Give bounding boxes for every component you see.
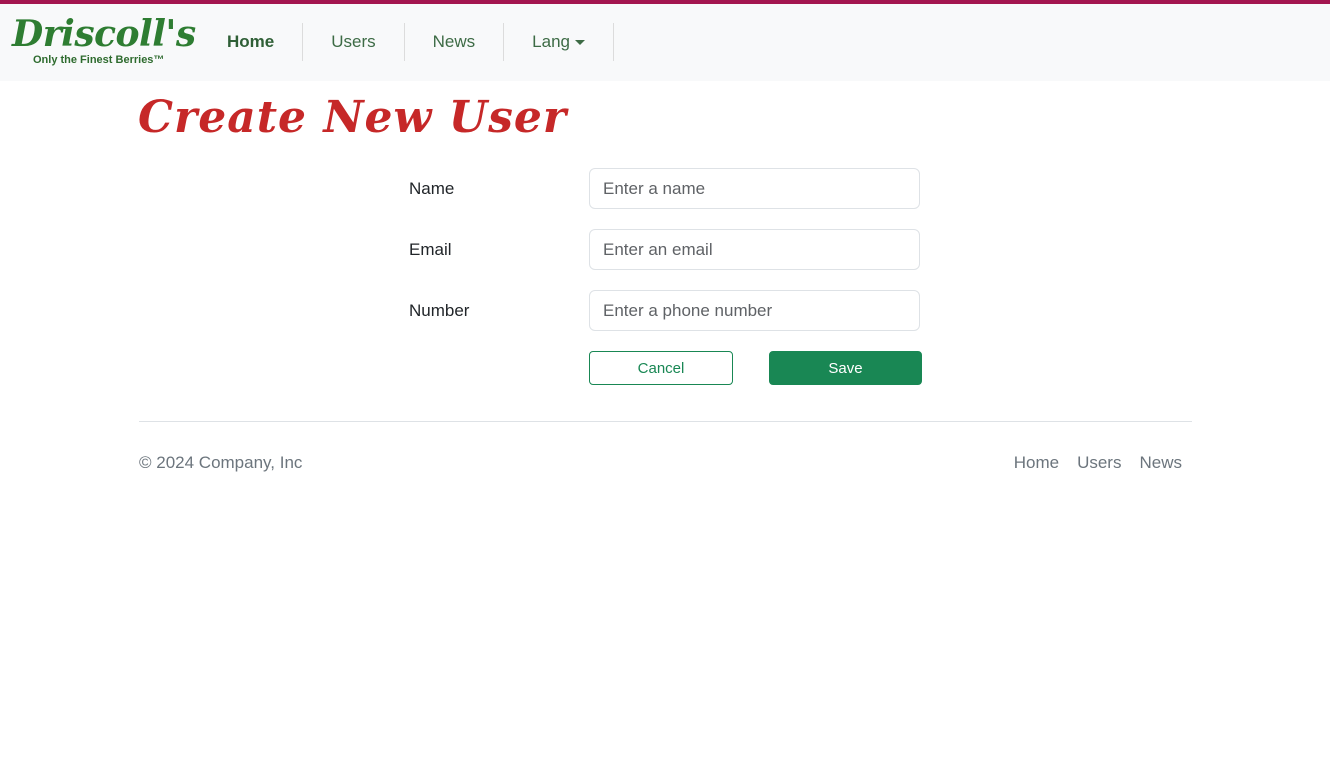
nav-item-label: Home — [227, 32, 275, 51]
number-input[interactable] — [589, 290, 920, 331]
number-label: Number — [409, 301, 470, 320]
footer-link-users[interactable]: Users — [1077, 453, 1121, 473]
nav-item-label: Users — [331, 32, 376, 51]
caret-down-icon — [574, 39, 585, 45]
nav-item-news[interactable]: News — [405, 23, 505, 61]
save-button[interactable]: Save — [769, 351, 922, 385]
navbar: Driscoll's Only the Finest Berries™ Home… — [0, 4, 1330, 81]
nav-item-users[interactable]: Users — [303, 23, 405, 61]
footer-link-home[interactable]: Home — [1014, 453, 1059, 473]
footer-copyright: © 2024 Company, Inc — [139, 453, 303, 472]
name-input[interactable] — [589, 168, 920, 209]
footer-link-news[interactable]: News — [1139, 453, 1182, 473]
nav-item-home[interactable]: Home — [203, 23, 304, 61]
nav-item-lang-dropdown[interactable]: Lang — [504, 23, 614, 61]
footer-divider — [139, 421, 1192, 422]
brand-tagline: Only the Finest Berries™ — [33, 54, 165, 66]
email-label: Email — [409, 240, 452, 259]
email-input[interactable] — [589, 229, 920, 270]
nav-item-label: Lang — [532, 32, 570, 51]
nav-links: Home Users News Lang — [203, 23, 614, 61]
brand-name: Driscoll's — [12, 13, 196, 55]
form-row-name: Name — [409, 168, 922, 210]
form-row-email: Email — [409, 229, 922, 271]
cancel-button[interactable]: Cancel — [589, 351, 733, 385]
form-row-number: Number — [409, 290, 922, 332]
nav-item-label: News — [432, 32, 476, 51]
page-title: Create New User — [138, 92, 568, 143]
footer-links: Home Users News — [1014, 453, 1182, 473]
brand-logo[interactable]: Driscoll's Only the Finest Berries™ — [12, 13, 196, 71]
name-label: Name — [409, 179, 455, 198]
